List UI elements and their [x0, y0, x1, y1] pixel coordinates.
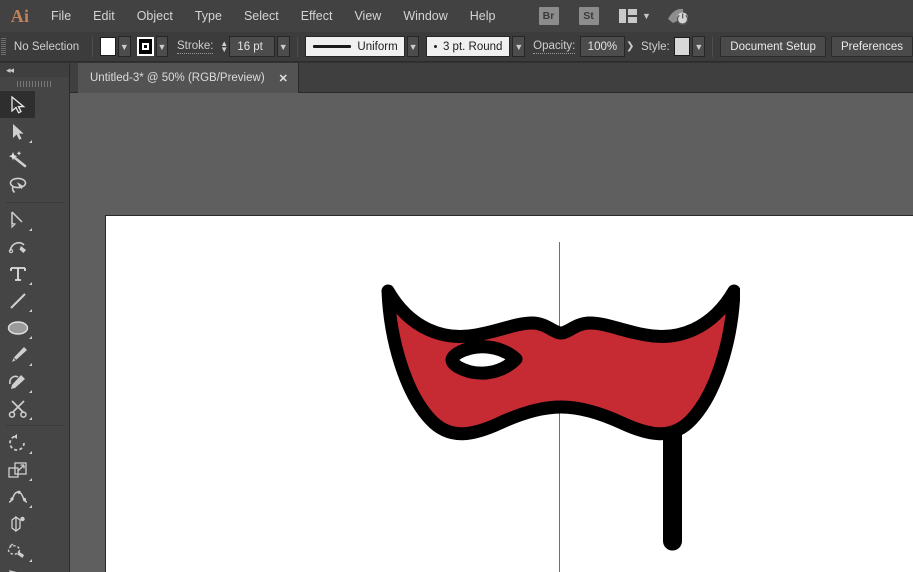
brush-definition-label: 3 pt. Round — [443, 41, 502, 53]
tool-menu-corner-icon — [29, 363, 32, 366]
chevron-down-icon[interactable]: ▼ — [639, 0, 655, 32]
document-tab-title: Untitled-3* @ 50% (RGB/Preview) — [90, 72, 265, 84]
menu-help[interactable]: Help — [459, 0, 507, 32]
selection-status: No Selection — [8, 41, 85, 53]
uniform-stroke-preview-icon — [313, 45, 352, 48]
stroke-weight-dropdown-icon[interactable]: ▼ — [277, 36, 290, 57]
close-icon[interactable]: ✕ — [279, 72, 288, 85]
app-logo: Ai — [0, 0, 40, 32]
arrange-documents-icon[interactable] — [617, 0, 639, 32]
menu-type[interactable]: Type — [184, 0, 233, 32]
stroke-weight-input[interactable]: 16 pt — [229, 36, 275, 57]
tool-divider-2 — [6, 425, 63, 426]
menu-edit[interactable]: Edit — [82, 0, 126, 32]
opacity-input[interactable]: 100% — [580, 36, 625, 57]
control-bar-grip[interactable] — [0, 32, 8, 62]
tool-group-drawing — [0, 206, 69, 422]
perspective-grid-tool[interactable] — [0, 564, 35, 572]
stroke-profile-label: Uniform — [357, 41, 397, 53]
lasso-tool[interactable] — [0, 172, 35, 199]
tool-menu-corner-icon — [29, 390, 32, 393]
tool-menu-corner-icon — [29, 559, 32, 562]
tool-menu-corner-icon — [29, 417, 32, 420]
type-tool[interactable] — [0, 260, 35, 287]
fill-color-swatch[interactable] — [100, 37, 116, 56]
stroke-profile-dropdown-icon[interactable]: ▼ — [407, 36, 420, 57]
rocket-power-icon[interactable] — [663, 0, 693, 32]
tool-menu-corner-icon — [29, 228, 32, 231]
scissors-tool[interactable] — [0, 395, 35, 422]
stroke-color-swatch[interactable] — [137, 37, 153, 56]
divider — [92, 37, 93, 57]
stroke-weight-label[interactable]: Stroke: — [177, 40, 213, 54]
graphic-style-swatch[interactable] — [674, 37, 690, 56]
bridge-icon[interactable]: Br — [539, 7, 559, 25]
magic-wand-tool[interactable] — [0, 145, 35, 172]
tool-menu-corner-icon — [29, 505, 32, 508]
shaper-tool[interactable] — [0, 368, 35, 395]
menu-bar: Ai File Edit Object Type Select Effect V… — [0, 0, 913, 32]
line-segment-tool[interactable] — [0, 287, 35, 314]
tool-menu-corner-icon — [29, 309, 32, 312]
menu-window[interactable]: Window — [392, 0, 458, 32]
preferences-button[interactable]: Preferences — [831, 36, 913, 57]
tool-menu-corner-icon — [29, 478, 32, 481]
tool-menu-corner-icon — [29, 336, 32, 339]
control-bar: No Selection ▼ ▼ Stroke: ▲▼ 16 pt ▼ Unif… — [0, 32, 913, 62]
tool-menu-corner-icon — [29, 140, 32, 143]
shape-builder-tool[interactable] — [0, 537, 35, 564]
curvature-tool[interactable] — [0, 233, 35, 260]
divider-3 — [712, 37, 713, 57]
tool-group-transform — [0, 429, 69, 572]
document-tab-bar: Untitled-3* @ 50% (RGB/Preview) ✕ — [70, 63, 913, 93]
selection-tool[interactable] — [0, 91, 35, 118]
graphic-style-dropdown-icon[interactable]: ▼ — [692, 36, 705, 57]
brush-dot-icon — [434, 45, 437, 48]
paintbrush-tool[interactable] — [0, 341, 35, 368]
pen-tool[interactable] — [0, 206, 35, 233]
document-canvas[interactable] — [70, 93, 913, 572]
brush-definition-dropdown-icon[interactable]: ▼ — [512, 36, 525, 57]
document-setup-button[interactable]: Document Setup — [720, 36, 826, 57]
fill-dropdown-icon[interactable]: ▼ — [118, 36, 131, 57]
opacity-flyout-icon[interactable]: ❯ — [625, 36, 635, 57]
tool-menu-corner-icon — [29, 451, 32, 454]
document-tab[interactable]: Untitled-3* @ 50% (RGB/Preview) ✕ — [78, 63, 299, 93]
direct-selection-tool[interactable] — [0, 118, 35, 145]
tool-menu-corner-icon — [29, 282, 32, 285]
tool-group-selection — [0, 91, 69, 199]
tool-divider-1 — [6, 202, 63, 203]
stock-icon[interactable]: St — [579, 7, 599, 25]
stroke-profile-select[interactable]: Uniform — [305, 36, 405, 57]
stroke-dropdown-icon[interactable]: ▼ — [156, 36, 169, 57]
mask-body — [388, 291, 734, 434]
rotate-tool[interactable] — [0, 429, 35, 456]
tools-panel-collapse[interactable]: ◂◂ — [0, 63, 69, 77]
opacity-label[interactable]: Opacity: — [533, 40, 575, 54]
style-label: Style: — [641, 41, 670, 53]
menu-select[interactable]: Select — [233, 0, 290, 32]
masquerade-mask-artwork[interactable] — [380, 283, 740, 572]
tools-panel-grip[interactable] — [0, 77, 69, 91]
scale-tool[interactable] — [0, 456, 35, 483]
stroke-weight-stepper[interactable]: ▲▼ — [219, 36, 229, 57]
divider-2 — [297, 37, 298, 57]
width-tool[interactable] — [0, 483, 35, 510]
brush-definition-select[interactable]: 3 pt. Round — [426, 36, 510, 57]
menu-file[interactable]: File — [40, 0, 82, 32]
menu-effect[interactable]: Effect — [290, 0, 344, 32]
tools-panel: ◂◂ — [0, 63, 70, 572]
illustrator-window: Ai File Edit Object Type Select Effect V… — [0, 0, 913, 572]
collapse-icon: ◂◂ — [6, 65, 13, 76]
menu-view[interactable]: View — [343, 0, 392, 32]
ellipse-tool[interactable] — [0, 314, 35, 341]
free-transform-tool[interactable] — [0, 510, 35, 537]
menu-object[interactable]: Object — [126, 0, 184, 32]
